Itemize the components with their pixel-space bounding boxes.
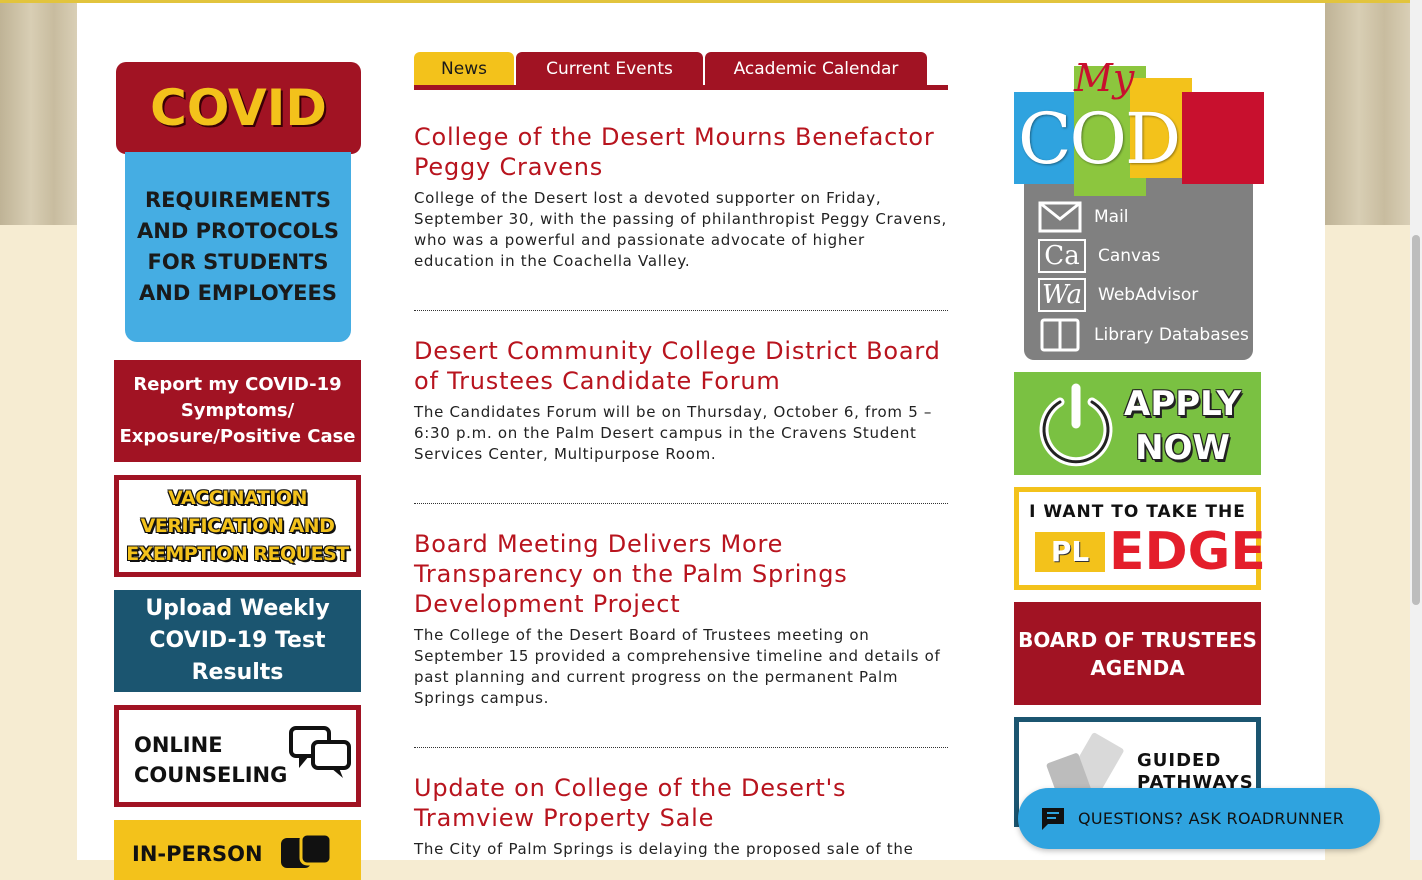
news-item-summary: The College of the Desert Board of Trust… xyxy=(414,626,941,707)
upload-test-results-button[interactable]: Upload Weekly COVID-19 Test Results xyxy=(114,590,361,692)
pl-edge-button[interactable]: I WANT TO TAKE THE PL EDGE xyxy=(1014,487,1266,590)
news-item-summary: The Candidates Forum will be on Thursday… xyxy=(414,403,933,463)
tab-academic-calendar[interactable]: Academic Calendar xyxy=(705,52,927,86)
apply-now-label: APPLY NOW xyxy=(1124,382,1241,470)
counseling-label-line1: ONLINE xyxy=(134,733,223,757)
chat-bubble-icon xyxy=(1042,807,1064,830)
news-item-title[interactable]: Update on College of the Desert's Tramvi… xyxy=(414,773,948,833)
mycod-link-canvas[interactable]: Ca Canvas xyxy=(1038,239,1160,273)
mycod-link-label: Canvas xyxy=(1098,246,1161,266)
covid-subtitle: REQUIREMENTS AND PROTOCOLS FOR STUDENTS … xyxy=(125,152,351,342)
news-item-title[interactable]: Board Meeting Delivers More Transparency… xyxy=(414,529,948,619)
counseling-label: ONLINE COUNSELING xyxy=(134,730,287,790)
news-divider xyxy=(414,503,948,504)
scrollbar-thumb[interactable] xyxy=(1412,235,1420,605)
news-item-summary: The City of Palm Springs is delaying the… xyxy=(414,840,914,858)
chat-bubbles-icon xyxy=(289,726,351,778)
edge-tagline: I WANT TO TAKE THE xyxy=(1029,502,1246,522)
board-label: BOARD OF TRUSTEES AGENDA xyxy=(1018,627,1257,680)
apply-now-button[interactable]: APPLY NOW xyxy=(1014,372,1261,475)
mycod-portal: COD My Mail Ca Canvas Wa WebAdvisor Libr… xyxy=(1014,56,1264,360)
report-covid-symptoms-button[interactable]: Report my COVID-19 Symptoms/ Exposure/Po… xyxy=(114,360,361,462)
inperson-label: IN-PERSON xyxy=(132,842,263,866)
news-item-summary: College of the Desert lost a devoted sup… xyxy=(414,189,947,270)
mycod-logo-my: My xyxy=(1074,56,1135,100)
online-counseling-button[interactable]: ONLINE COUNSELING xyxy=(114,705,361,807)
book-icon xyxy=(1038,318,1082,352)
tab-news[interactable]: News xyxy=(414,52,514,86)
news-item: Desert Community College District Board … xyxy=(414,336,948,465)
mycod-link-webadvisor[interactable]: Wa WebAdvisor xyxy=(1038,278,1198,312)
news-divider xyxy=(414,310,948,311)
news-item-title[interactable]: Desert Community College District Board … xyxy=(414,336,948,396)
edge-pl-badge: PL xyxy=(1035,532,1105,572)
vaccination-label: VACCINATION VERIFICATION AND EXEMPTION R… xyxy=(126,487,349,565)
background-photo-right xyxy=(1325,3,1410,225)
power-icon xyxy=(1039,383,1113,467)
webadvisor-icon: Wa xyxy=(1038,278,1086,312)
mail-icon xyxy=(1038,201,1082,233)
board-of-trustees-agenda-button[interactable]: BOARD OF TRUSTEES AGENDA xyxy=(1014,602,1261,705)
news-item-title[interactable]: College of the Desert Mourns Benefactor … xyxy=(414,122,948,182)
tab-current-events[interactable]: Current Events xyxy=(516,52,703,86)
chat-label: QUESTIONS? ASK ROADRUNNER xyxy=(1078,809,1345,828)
in-person-button[interactable]: IN-PERSON xyxy=(114,820,361,880)
mycod-logo-word: COD xyxy=(1018,98,1181,180)
news-divider xyxy=(414,747,948,748)
covid-title: COVID xyxy=(116,62,361,154)
upload-label: Upload Weekly COVID-19 Test Results xyxy=(145,596,330,685)
apply-label-line2: NOW xyxy=(1135,428,1230,468)
mycod-link-label: Library Databases xyxy=(1094,325,1249,345)
report-covid-label: Report my COVID-19 Symptoms/ Exposure/Po… xyxy=(119,374,356,447)
mycod-link-mail[interactable]: Mail xyxy=(1038,200,1129,234)
mycod-link-library[interactable]: Library Databases xyxy=(1038,318,1249,352)
mycod-link-label: WebAdvisor xyxy=(1098,285,1199,305)
mycod-logo-red-block xyxy=(1182,92,1264,184)
apply-label-line1: APPLY xyxy=(1124,384,1242,424)
canvas-icon: Ca xyxy=(1038,239,1086,273)
vaccination-verification-button[interactable]: VACCINATION VERIFICATION AND EXEMPTION R… xyxy=(114,475,361,577)
counseling-label-line2: COUNSELING xyxy=(134,763,288,787)
news-item: College of the Desert Mourns Benefactor … xyxy=(414,122,948,272)
background-photo-left xyxy=(0,3,77,225)
news-item: Update on College of the Desert's Tramvi… xyxy=(414,773,948,860)
guided-label-line1: GUIDED xyxy=(1137,750,1222,771)
speech-icon xyxy=(281,832,333,868)
covid-requirements-banner[interactable]: COVID REQUIREMENTS AND PROTOCOLS FOR STU… xyxy=(114,62,361,344)
news-item: Board Meeting Delivers More Transparency… xyxy=(414,529,948,709)
ask-roadrunner-chat-button[interactable]: QUESTIONS? ASK ROADRUNNER xyxy=(1018,788,1380,849)
mycod-link-label: Mail xyxy=(1094,207,1129,227)
tabs-underline xyxy=(414,85,948,90)
edge-word: EDGE xyxy=(1109,522,1266,582)
